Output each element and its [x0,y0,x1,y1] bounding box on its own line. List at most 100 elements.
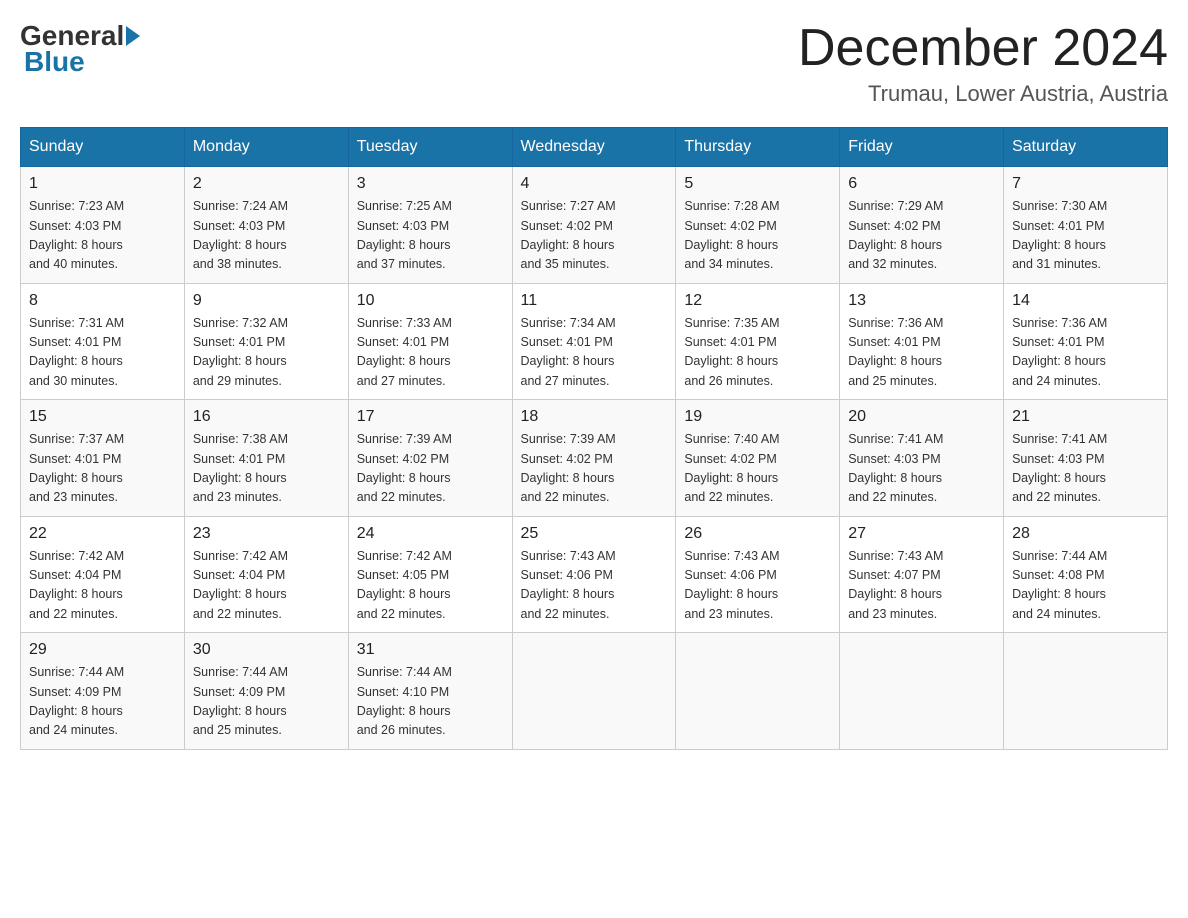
day-number: 16 [193,408,340,426]
day-number: 3 [357,175,504,193]
day-number: 14 [1012,292,1159,310]
header-monday: Monday [184,128,348,167]
calendar-day-cell: 11 Sunrise: 7:34 AMSunset: 4:01 PMDayligh… [512,283,676,400]
day-info: Sunrise: 7:43 AMSunset: 4:06 PMDaylight:… [521,547,668,625]
calendar-day-cell: 23Sunrise: 7:42 AMSunset: 4:04 PMDayligh… [184,516,348,633]
calendar-day-cell [676,633,840,750]
calendar-day-cell: 30 Sunrise: 7:44 AMSunset: 4:09 PMDayligh… [184,633,348,750]
day-info: Sunrise: 7:43 AMSunset: 4:07 PMDaylight:… [848,547,995,625]
day-info: Sunrise: 7:41 AMSunset: 4:03 PMDaylight:… [1012,430,1159,508]
day-info: Sunrise: 7:44 AMSunset: 4:10 PMDaylight:… [357,663,504,741]
header-thursday: Thursday [676,128,840,167]
calendar-day-cell: 2 Sunrise: 7:24 AMSunset: 4:03 PMDaylight… [184,167,348,284]
day-number: 11 [521,292,668,310]
day-number: 22 [29,525,176,543]
logo: General Blue [20,20,140,78]
calendar-week-row: 22 Sunrise: 7:42 AMSunset: 4:04 PMDayligh… [21,516,1168,633]
header-friday: Friday [840,128,1004,167]
day-number: 21 [1012,408,1159,426]
header-sunday: Sunday [21,128,185,167]
calendar-day-cell: 21 Sunrise: 7:41 AMSunset: 4:03 PMDayligh… [1004,400,1168,517]
day-number: 28 [1012,525,1159,543]
day-number: 2 [193,175,340,193]
day-number: 31 [357,641,504,659]
day-number: 1 [29,175,176,193]
calendar-day-cell: 1 Sunrise: 7:23 AMSunset: 4:03 PMDaylight… [21,167,185,284]
calendar-week-row: 8 Sunrise: 7:31 AMSunset: 4:01 PMDaylight… [21,283,1168,400]
calendar-day-cell: 14 Sunrise: 7:36 AMSunset: 4:01 PMDayligh… [1004,283,1168,400]
calendar-day-cell: 13 Sunrise: 7:36 AMSunset: 4:01 PMDayligh… [840,283,1004,400]
calendar-day-cell: 8 Sunrise: 7:31 AMSunset: 4:01 PMDaylight… [21,283,185,400]
day-info: Sunrise: 7:34 AMSunset: 4:01 PMDaylight:… [521,314,668,392]
calendar-day-cell: 6 Sunrise: 7:29 AMSunset: 4:02 PMDaylight… [840,167,1004,284]
day-info: Sunrise: 7:25 AMSunset: 4:03 PMDaylight:… [357,197,504,275]
day-number: 30 [193,641,340,659]
header-wednesday: Wednesday [512,128,676,167]
calendar-day-cell: 25 Sunrise: 7:43 AMSunset: 4:06 PMDayligh… [512,516,676,633]
day-number: 5 [684,175,831,193]
calendar-day-cell: 9Sunrise: 7:32 AMSunset: 4:01 PMDaylight… [184,283,348,400]
day-info: Sunrise: 7:44 AMSunset: 4:09 PMDaylight:… [193,663,340,741]
header-tuesday: Tuesday [348,128,512,167]
calendar-table: Sunday Monday Tuesday Wednesday Thursday… [20,127,1168,750]
calendar-day-cell: 18 Sunrise: 7:39 AMSunset: 4:02 PMDayligh… [512,400,676,517]
day-info: Sunrise: 7:37 AMSunset: 4:01 PMDaylight:… [29,430,176,508]
day-info: Sunrise: 7:36 AMSunset: 4:01 PMDaylight:… [848,314,995,392]
calendar-week-row: 29Sunrise: 7:44 AMSunset: 4:09 PMDayligh… [21,633,1168,750]
location-subtitle: Trumau, Lower Austria, Austria [798,81,1168,107]
day-number: 20 [848,408,995,426]
day-info: Sunrise: 7:42 AMSunset: 4:05 PMDaylight:… [357,547,504,625]
calendar-day-cell [840,633,1004,750]
header-saturday: Saturday [1004,128,1168,167]
calendar-day-cell: 16Sunrise: 7:38 AMSunset: 4:01 PMDayligh… [184,400,348,517]
day-number: 25 [521,525,668,543]
calendar-day-cell [1004,633,1168,750]
day-number: 26 [684,525,831,543]
day-number: 23 [193,525,340,543]
calendar-day-cell: 15 Sunrise: 7:37 AMSunset: 4:01 PMDayligh… [21,400,185,517]
calendar-day-cell: 28 Sunrise: 7:44 AMSunset: 4:08 PMDayligh… [1004,516,1168,633]
page-header: General Blue December 2024 Trumau, Lower… [20,20,1168,107]
day-number: 7 [1012,175,1159,193]
calendar-day-cell: 22 Sunrise: 7:42 AMSunset: 4:04 PMDayligh… [21,516,185,633]
logo-arrow-icon [126,26,140,46]
calendar-day-cell [512,633,676,750]
calendar-day-cell: 5 Sunrise: 7:28 AMSunset: 4:02 PMDaylight… [676,167,840,284]
day-number: 8 [29,292,176,310]
day-info: Sunrise: 7:23 AMSunset: 4:03 PMDaylight:… [29,197,176,275]
day-info: Sunrise: 7:29 AMSunset: 4:02 PMDaylight:… [848,197,995,275]
calendar-day-cell: 31 Sunrise: 7:44 AMSunset: 4:10 PMDayligh… [348,633,512,750]
day-number: 18 [521,408,668,426]
calendar-day-cell: 29Sunrise: 7:44 AMSunset: 4:09 PMDayligh… [21,633,185,750]
day-info: Sunrise: 7:35 AMSunset: 4:01 PMDaylight:… [684,314,831,392]
day-info: Sunrise: 7:40 AMSunset: 4:02 PMDaylight:… [684,430,831,508]
day-info: Sunrise: 7:44 AMSunset: 4:08 PMDaylight:… [1012,547,1159,625]
calendar-day-cell: 27 Sunrise: 7:43 AMSunset: 4:07 PMDayligh… [840,516,1004,633]
calendar-day-cell: 26Sunrise: 7:43 AMSunset: 4:06 PMDayligh… [676,516,840,633]
day-info: Sunrise: 7:42 AMSunset: 4:04 PMDaylight:… [29,547,176,625]
day-number: 6 [848,175,995,193]
calendar-day-cell: 4Sunrise: 7:27 AMSunset: 4:02 PMDaylight… [512,167,676,284]
day-number: 15 [29,408,176,426]
day-info: Sunrise: 7:44 AMSunset: 4:09 PMDaylight:… [29,663,176,741]
day-number: 13 [848,292,995,310]
day-info: Sunrise: 7:24 AMSunset: 4:03 PMDaylight:… [193,197,340,275]
day-number: 17 [357,408,504,426]
day-info: Sunrise: 7:31 AMSunset: 4:01 PMDaylight:… [29,314,176,392]
month-year-title: December 2024 [798,20,1168,77]
day-info: Sunrise: 7:28 AMSunset: 4:02 PMDaylight:… [684,197,831,275]
day-number: 27 [848,525,995,543]
calendar-day-cell: 20Sunrise: 7:41 AMSunset: 4:03 PMDayligh… [840,400,1004,517]
day-info: Sunrise: 7:33 AMSunset: 4:01 PMDaylight:… [357,314,504,392]
calendar-week-row: 1 Sunrise: 7:23 AMSunset: 4:03 PMDaylight… [21,167,1168,284]
day-info: Sunrise: 7:39 AMSunset: 4:02 PMDaylight:… [521,430,668,508]
calendar-day-cell: 17Sunrise: 7:39 AMSunset: 4:02 PMDayligh… [348,400,512,517]
calendar-week-row: 15 Sunrise: 7:37 AMSunset: 4:01 PMDayligh… [21,400,1168,517]
calendar-header: Sunday Monday Tuesday Wednesday Thursday… [21,128,1168,167]
day-number: 10 [357,292,504,310]
day-info: Sunrise: 7:36 AMSunset: 4:01 PMDaylight:… [1012,314,1159,392]
day-number: 12 [684,292,831,310]
calendar-day-cell: 3 Sunrise: 7:25 AMSunset: 4:03 PMDaylight… [348,167,512,284]
day-info: Sunrise: 7:30 AMSunset: 4:01 PMDaylight:… [1012,197,1159,275]
calendar-day-cell: 7 Sunrise: 7:30 AMSunset: 4:01 PMDaylight… [1004,167,1168,284]
